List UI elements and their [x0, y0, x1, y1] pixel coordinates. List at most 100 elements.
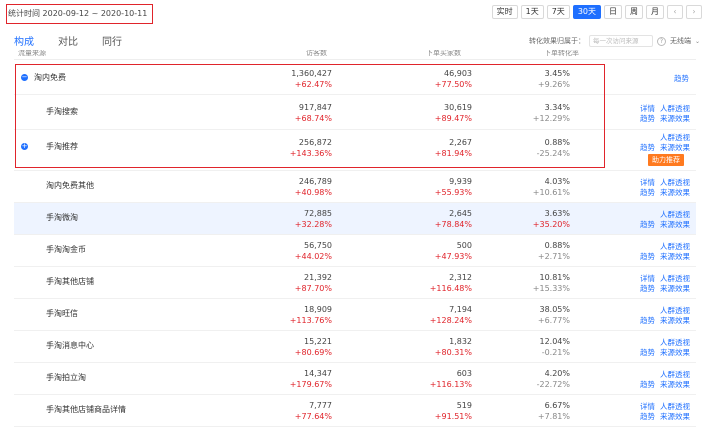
attribution-select[interactable]: 每一次访问来源: [588, 35, 653, 47]
row-action-link[interactable]: 趋势: [640, 251, 655, 262]
buyers-change: +80.31%: [434, 348, 472, 357]
rate-value: 4.20%: [544, 369, 570, 378]
row-action-link[interactable]: 来源效果: [660, 219, 690, 230]
period-day-button[interactable]: 日: [604, 5, 622, 19]
next-arrow-icon[interactable]: ›: [686, 5, 702, 19]
rate-change: -0.21%: [541, 348, 570, 357]
row-action-link[interactable]: 来源效果: [660, 283, 690, 294]
source-name: 手淘微淘: [46, 213, 78, 222]
buyers-change: +78.84%: [434, 220, 472, 229]
table-row: 手淘拍立淘 14,347 +179.67% 603 +116.13% 4.20% -22.7…: [14, 363, 696, 395]
buyers-value: 500: [456, 241, 472, 250]
period-realtime-button[interactable]: 实时: [491, 5, 518, 19]
source-name: 手淘其他店铺商品详情: [46, 405, 126, 414]
header-visitors[interactable]: 访客数: [306, 50, 327, 58]
row-action-link[interactable]: 趋势: [640, 142, 655, 153]
trend-link[interactable]: 趋势: [674, 73, 689, 84]
buyers-value: 1,832: [449, 337, 472, 346]
row-action-link[interactable]: 来源效果: [660, 315, 690, 326]
tab-compare[interactable]: 对比: [58, 33, 78, 48]
row-action-link[interactable]: 来源效果: [660, 379, 690, 390]
buyers-value: 7,194: [449, 305, 472, 314]
visitors-value: 56,750: [304, 241, 332, 250]
buyers-value: 603: [456, 369, 472, 378]
table-row: 手淘其他店铺商品详情 7,777 +77.64% 519 +91.51% 6.67% +7.…: [14, 395, 696, 427]
expand-toggle-icon[interactable]: +: [21, 143, 28, 150]
row-action-link[interactable]: 来源效果: [660, 187, 690, 198]
rate-change: +2.71%: [537, 252, 570, 261]
buyers-change: +55.93%: [434, 188, 472, 197]
prev-arrow-icon[interactable]: ‹: [667, 5, 683, 19]
rate-value: 12.04%: [539, 337, 570, 346]
header-rate[interactable]: 下单转化率: [544, 50, 579, 58]
rate-change: +35.20%: [532, 220, 570, 229]
buyers-value: 519: [456, 401, 472, 410]
row-action-link[interactable]: 趋势: [640, 283, 655, 294]
rate-change: +10.61%: [532, 188, 570, 197]
rate-value: 4.03%: [544, 177, 570, 186]
buyers-change: +116.13%: [429, 380, 472, 389]
period-7day-button[interactable]: 7天: [546, 5, 570, 19]
boost-recommend-button[interactable]: 助力推荐: [648, 154, 684, 166]
visitors-change: +80.69%: [294, 348, 332, 357]
visitors-value: 18,909: [304, 305, 332, 314]
rate-change: -25.24%: [536, 149, 570, 158]
conversion-attribution: 转化效果归属于： 每一次访问来源 ? 无线端 ⌄: [529, 35, 700, 47]
row-action-link[interactable]: 来源效果: [660, 142, 690, 153]
buyers-change: +116.48%: [429, 284, 472, 293]
row-action-link[interactable]: 趋势: [640, 315, 655, 326]
device-select[interactable]: 无线端: [670, 36, 691, 46]
table-row: 手淘搜索 917,847 +68.74% 30,619 +89.47% 3.34% +12.…: [14, 95, 696, 130]
visitors-change: +40.98%: [294, 188, 332, 197]
rate-change: +7.81%: [537, 412, 570, 421]
conversion-label: 转化效果归属于：: [528, 37, 585, 45]
period-month-button[interactable]: 月: [646, 5, 664, 19]
visitors-value: 21,392: [304, 273, 332, 282]
expand-toggle-icon[interactable]: −: [21, 74, 28, 81]
row-action-link[interactable]: 来源效果: [660, 411, 690, 422]
visitors-value: 246,789: [298, 177, 332, 186]
visitors-change: +44.02%: [294, 252, 332, 261]
rate-value: 3.34%: [544, 102, 570, 112]
source-name: 手淘搜索: [46, 106, 78, 116]
period-30day-button[interactable]: 30天: [572, 5, 601, 19]
buyers-change: +89.47%: [434, 113, 472, 123]
visitors-value: 15,221: [304, 337, 332, 346]
buyers-change: +81.94%: [434, 149, 472, 158]
table-header: 流量来源 访客数 下单买家数 下单转化率: [14, 50, 696, 60]
period-selector: 实时 1天 7天 30天 日 周 月 ‹ ›: [491, 5, 702, 19]
tab-peers[interactable]: 同行: [102, 33, 122, 48]
visitors-change: +143.36%: [289, 149, 332, 158]
visitors-value: 917,847: [298, 102, 332, 112]
period-1day-button[interactable]: 1天: [520, 5, 544, 19]
header-buyers[interactable]: 下单买家数: [426, 50, 461, 58]
table-row: 手淘消息中心 15,221 +80.69% 1,832 +80.31% 12.04% -0.…: [14, 331, 696, 363]
row-action-link[interactable]: 来源效果: [660, 113, 690, 124]
table-row: 手淘微淘 72,885 +32.28% 2,645 +78.84% 3.63% +35.20…: [14, 203, 696, 235]
row-action-link[interactable]: 趋势: [640, 411, 655, 422]
row-action-link[interactable]: 趋势: [640, 219, 655, 230]
source-name: 手淘其他店铺: [46, 277, 94, 286]
tab-composition[interactable]: 构成: [14, 33, 34, 48]
buyers-change: +91.51%: [434, 412, 472, 421]
row-action-link[interactable]: 趋势: [640, 347, 655, 358]
buyers-value: 9,939: [449, 177, 472, 186]
row-action-link[interactable]: 来源效果: [660, 251, 690, 262]
buyers-change: +77.50%: [434, 80, 472, 89]
help-icon[interactable]: ?: [656, 36, 666, 46]
source-name: 淘内免费: [34, 73, 66, 82]
table-row: 手淘旺信 18,909 +113.76% 7,194 +128.24% 38.05% +6.…: [14, 299, 696, 331]
visitors-value: 256,872: [298, 138, 332, 147]
rate-value: 3.45%: [544, 69, 570, 78]
row-action-link[interactable]: 趋势: [640, 379, 655, 390]
row-action-link[interactable]: 趋势: [640, 113, 655, 124]
row-action-link[interactable]: 来源效果: [660, 347, 690, 358]
source-name: 手淘拍立淘: [46, 373, 86, 382]
visitors-change: +32.28%: [294, 220, 332, 229]
rate-value: 6.67%: [544, 401, 570, 410]
period-week-button[interactable]: 周: [625, 5, 643, 19]
chevron-down-icon[interactable]: ⌄: [695, 38, 700, 45]
rate-change: -22.72%: [536, 380, 570, 389]
row-action-link[interactable]: 趋势: [640, 187, 655, 198]
rate-value: 0.88%: [544, 138, 570, 147]
